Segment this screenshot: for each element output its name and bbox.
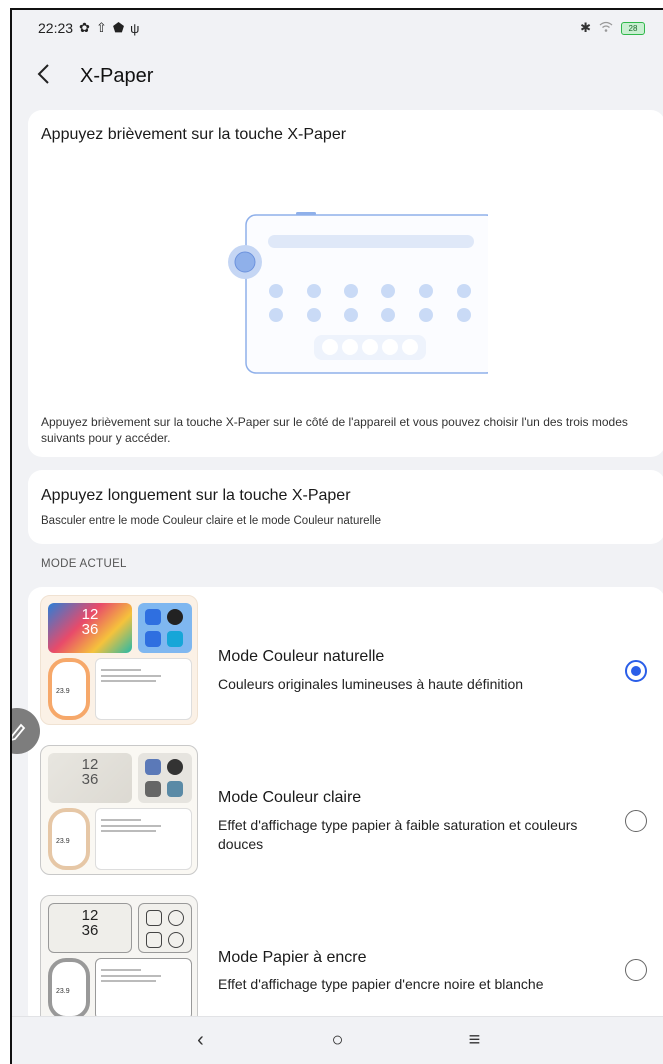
long-press-subtitle: Basculer entre le mode Couleur claire et… — [41, 515, 382, 527]
thumb-ring: 23.9 — [48, 958, 90, 1020]
thumb-temp: 23.9 — [56, 838, 70, 845]
thumb-clock: 12 36 — [81, 756, 99, 788]
mode-name: Mode Couleur claire — [218, 789, 362, 806]
settings-icon: ✿ — [79, 20, 90, 35]
long-press-card[interactable]: Appuyez longuement sur la touche X-Paper… — [28, 470, 663, 544]
camera-icon — [168, 910, 184, 926]
back-button[interactable] — [36, 63, 66, 89]
thumb-ring: 23.9 — [48, 658, 90, 720]
wifi-icon — [599, 21, 613, 36]
settings-icon — [146, 932, 162, 948]
wallpaper-thumbnail: 12 36 — [48, 603, 132, 653]
shield-icon — [145, 609, 161, 625]
camera-icon — [167, 759, 183, 775]
thumb-note — [95, 958, 192, 1020]
shield-icon — [145, 759, 161, 775]
modes-card: 12 36 23.9 Mode Couleur naturelle Couleu… — [28, 587, 663, 1027]
battery-icon: 28 — [621, 21, 645, 35]
mode-thumbnail: 12 36 23.9 — [40, 895, 198, 1025]
wallpaper-thumbnail: 12 36 — [48, 903, 132, 953]
settings-icon — [145, 631, 161, 647]
screen: 22:23 ✿ ⇧ ⬟ ψ ✱ 28 X-Paper Appuyez brièv… — [10, 8, 663, 1064]
thumb-clock: 12 36 — [81, 907, 99, 939]
navigation-bar: ‹ ○ ≡ — [12, 1016, 663, 1064]
status-icons-left: ✿ ⇧ ⬟ ψ — [79, 20, 139, 36]
shield-icon — [146, 910, 162, 926]
thumb-note — [95, 808, 192, 870]
headset-icon — [167, 781, 183, 797]
mode-option-light[interactable]: 12 36 23.9 Mode Couleur claire Effet d'a… — [28, 737, 663, 877]
thumb-ring: 23.9 — [48, 808, 90, 870]
upload-icon: ⇧ — [95, 20, 107, 35]
radio-unselected[interactable] — [625, 810, 647, 832]
short-press-title: Appuyez brièvement sur la touche X-Paper — [41, 126, 347, 143]
thumb-note — [95, 658, 192, 720]
battery-level: 28 — [628, 23, 638, 33]
bluetooth-icon: ✱ — [580, 20, 591, 35]
thumb-clock: 12 36 — [81, 606, 99, 638]
status-bar: 22:23 ✿ ⇧ ⬟ ψ ✱ 28 — [12, 10, 663, 46]
mode-name: Mode Papier à encre — [218, 949, 367, 966]
radio-unselected[interactable] — [625, 959, 647, 981]
short-press-description: Appuyez brièvement sur la touche X-Paper… — [41, 415, 628, 445]
thumb-icons — [138, 753, 192, 803]
thumb-temp: 23.9 — [56, 688, 70, 695]
long-press-title: Appuyez longuement sur la touche X-Paper — [41, 487, 351, 504]
tablet-illustration — [228, 212, 488, 374]
nav-back-button[interactable]: ‹ — [181, 1029, 221, 1052]
mode-thumbnail: 12 36 23.9 — [40, 745, 198, 875]
headset-icon — [168, 932, 184, 948]
page-title: X-Paper — [80, 64, 154, 87]
headset-icon — [167, 631, 183, 647]
mode-thumbnail: 12 36 23.9 — [40, 595, 198, 725]
section-label-current-mode: MODE ACTUEL — [41, 558, 127, 570]
mode-option-ink[interactable]: 12 36 23.9 Mode Papier à encre Effet d'a… — [28, 887, 663, 1027]
pencil-icon — [12, 723, 26, 741]
app-bar: X-Paper — [12, 54, 663, 98]
chevron-left-icon — [37, 64, 49, 84]
thumb-icons — [138, 603, 192, 653]
short-press-card: Appuyez brièvement sur la touche X-Paper… — [28, 110, 663, 457]
usb-icon: ψ — [130, 20, 140, 36]
mode-description: Effet d'affichage type papier d'encre no… — [218, 976, 544, 992]
radio-selected[interactable] — [625, 660, 647, 682]
shield-icon: ⬟ — [112, 20, 125, 35]
status-icons-right: ✱ 28 — [580, 20, 645, 36]
nav-home-button[interactable]: ○ — [318, 1029, 358, 1052]
mode-description: Effet d'affichage type papier à faible s… — [218, 817, 578, 852]
thumb-temp: 23.9 — [56, 988, 70, 995]
mode-option-natural[interactable]: 12 36 23.9 Mode Couleur naturelle Couleu… — [28, 587, 663, 727]
settings-icon — [145, 781, 161, 797]
mode-description: Couleurs originales lumineuses à haute d… — [218, 676, 524, 692]
nav-recents-button[interactable]: ≡ — [455, 1029, 495, 1052]
thumb-icons — [138, 903, 192, 953]
camera-icon — [167, 609, 183, 625]
status-time: 22:23 — [38, 20, 74, 36]
mode-name: Mode Couleur naturelle — [218, 648, 385, 665]
wallpaper-thumbnail: 12 36 — [48, 753, 132, 803]
